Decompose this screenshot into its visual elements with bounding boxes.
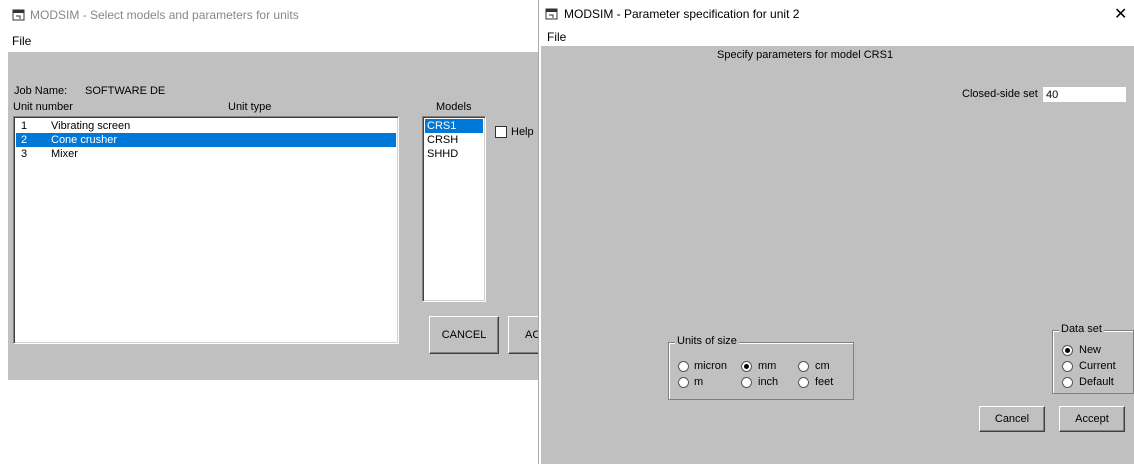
help-label: Help [511, 126, 534, 138]
menu-bar: File [0, 30, 540, 50]
radio-cm-label: cm [815, 360, 830, 372]
radio-mm-label: mm [758, 360, 777, 372]
cancel-button[interactable]: Cancel [979, 406, 1045, 432]
unit-number: 3 [21, 148, 28, 160]
unit-type-header: Unit type [228, 101, 272, 113]
menu-file[interactable]: File [547, 30, 566, 44]
select-models-panel: Job Name: SOFTWARE DE Unit number Unit t… [8, 52, 568, 380]
radio-current-label: Current [1079, 360, 1116, 372]
radio-m-label: m [694, 376, 704, 388]
radio-inch[interactable] [741, 377, 752, 388]
radio-current[interactable] [1062, 361, 1073, 372]
job-name-label: Job Name: [14, 85, 68, 97]
accept-button[interactable]: Accept [1059, 406, 1125, 432]
help-checkbox[interactable] [495, 126, 507, 138]
unit-type: Mixer [51, 148, 78, 160]
title-bar: MODSIM - Parameter specification for uni… [539, 0, 1134, 28]
unit-number: 2 [21, 134, 28, 146]
radio-new-label: New [1079, 344, 1102, 356]
menu-bar: File [539, 26, 1134, 46]
model-item-crsh[interactable]: CRSH [425, 133, 483, 147]
parameter-panel: Specify parameters for model CRS1 Closed… [541, 46, 1134, 464]
radio-feet[interactable] [798, 377, 809, 388]
units-of-size-group: Units of size micron mm cm m inch feet [668, 335, 854, 400]
job-name-value: SOFTWARE DE [85, 85, 166, 97]
unit-list[interactable]: 1 Vibrating screen 2 Cone crusher 3 Mixe… [13, 116, 399, 344]
unit-number-header: Unit number [13, 101, 73, 113]
radio-cm[interactable] [798, 361, 809, 372]
app-icon [545, 8, 558, 20]
list-item[interactable]: 3 Mixer [16, 147, 396, 161]
model-item-crs1[interactable]: CRS1 [425, 119, 483, 133]
radio-mm[interactable] [741, 361, 752, 372]
window-select-models: MODSIM - Select models and parameters fo… [0, 0, 568, 464]
unit-type: Cone crusher [51, 134, 118, 146]
radio-feet-label: feet [815, 376, 834, 388]
radio-new[interactable] [1062, 345, 1073, 356]
cancel-button[interactable]: CANCEL [429, 316, 499, 354]
app-icon [12, 9, 25, 21]
list-item[interactable]: 1 Vibrating screen [16, 119, 396, 133]
closed-side-set-label: Closed-side set [962, 88, 1038, 100]
closed-side-set-input[interactable] [1043, 87, 1126, 102]
window-parameter-spec: MODSIM - Parameter specification for uni… [538, 0, 1134, 464]
title-bar: MODSIM - Select models and parameters fo… [0, 0, 540, 30]
unit-type: Vibrating screen [51, 120, 131, 132]
models-header: Models [436, 101, 472, 113]
radio-micron-label: micron [694, 360, 728, 372]
radio-default[interactable] [1062, 377, 1073, 388]
close-icon[interactable]: ✕ [1114, 7, 1127, 23]
menu-file[interactable]: File [12, 34, 31, 48]
parameters-heading: Specify parameters for model CRS1 [717, 49, 894, 61]
model-list[interactable]: CRS1 CRSH SHHD [422, 116, 486, 302]
data-set-title: Data set [1059, 323, 1104, 335]
radio-micron[interactable] [678, 361, 689, 372]
list-item[interactable]: 2 Cone crusher [16, 133, 396, 147]
window-title: MODSIM - Select models and parameters fo… [30, 8, 299, 22]
window-title: MODSIM - Parameter specification for uni… [564, 7, 800, 21]
units-of-size-title: Units of size [675, 335, 739, 347]
data-set-group: Data set New Current Default [1052, 323, 1134, 394]
unit-number: 1 [21, 120, 28, 132]
model-item-shhd[interactable]: SHHD [425, 147, 483, 161]
radio-inch-label: inch [758, 376, 779, 388]
radio-m[interactable] [678, 377, 689, 388]
radio-default-label: Default [1079, 376, 1114, 388]
